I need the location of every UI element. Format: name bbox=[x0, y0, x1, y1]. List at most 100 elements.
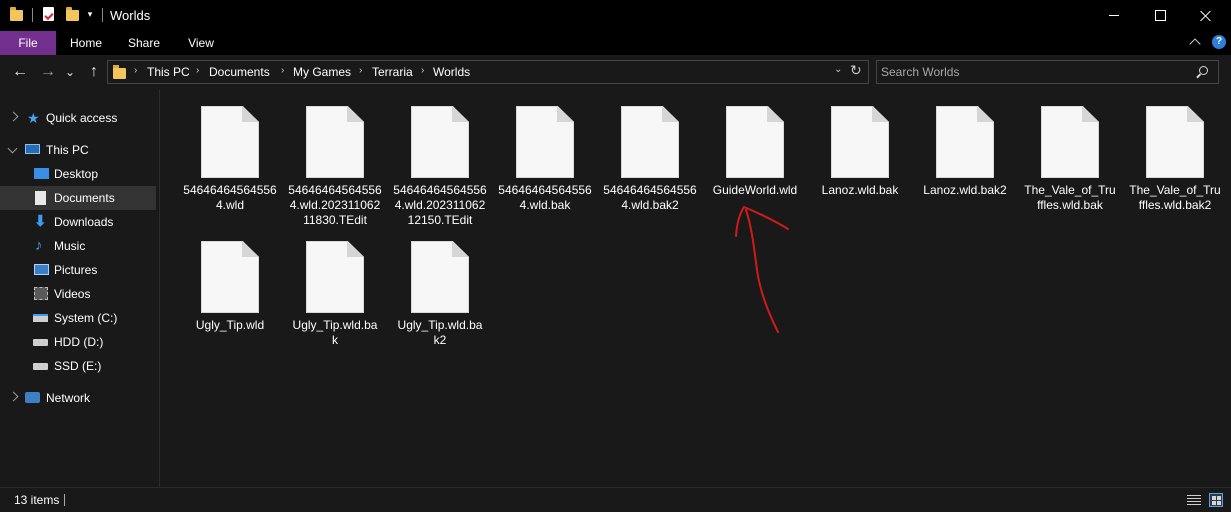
breadcrumb-my-games[interactable]: My Games bbox=[293, 65, 351, 79]
help-icon[interactable]: ? bbox=[1212, 35, 1226, 49]
sidebar-item-quick-access[interactable]: ★ Quick access bbox=[0, 106, 158, 130]
expand-ribbon-icon[interactable] bbox=[1189, 38, 1201, 50]
sidebar-item-documents[interactable]: Documents bbox=[0, 186, 156, 210]
minimize-button[interactable] bbox=[1091, 0, 1137, 31]
search-icon[interactable] bbox=[1199, 66, 1208, 75]
sidebar-item-hdd-d[interactable]: HDD (D:) bbox=[0, 330, 158, 354]
breadcrumb-terraria[interactable]: Terraria bbox=[372, 65, 413, 79]
music-icon: ♪ bbox=[35, 237, 43, 254]
drive-icon bbox=[33, 363, 48, 370]
videos-icon bbox=[34, 287, 48, 300]
file-name: 54646464564556 4.wld.bak2 bbox=[603, 183, 697, 212]
file-name: 54646464564556 4.wld.bak bbox=[498, 183, 592, 212]
up-button[interactable]: ↑ bbox=[84, 62, 104, 82]
desktop-icon bbox=[34, 168, 49, 179]
close-icon bbox=[1200, 10, 1212, 22]
breadcrumb-separator-icon[interactable]: › bbox=[134, 65, 137, 76]
sidebar-item-network[interactable]: Network bbox=[0, 386, 158, 410]
file-item[interactable]: Ugly_Tip.wld.ba k2 bbox=[388, 229, 492, 357]
file-name: Ugly_Tip.wld bbox=[195, 318, 265, 332]
minimize-icon bbox=[1109, 15, 1119, 16]
chevron-down-icon[interactable] bbox=[7, 143, 18, 154]
address-bar[interactable]: › This PC › Documents › My Games › Terra… bbox=[107, 60, 869, 84]
breadcrumb-documents[interactable]: Documents bbox=[209, 65, 270, 79]
tab-view[interactable]: View bbox=[176, 31, 226, 55]
sidebar-item-downloads[interactable]: ⬇ Downloads bbox=[0, 210, 158, 234]
address-row: ← → ⌄ ↑ › This PC › Documents › My Games… bbox=[0, 55, 1231, 89]
file-item[interactable]: The_Vale_of_Tru ffles.wld.bak2 bbox=[1123, 94, 1227, 222]
documents-icon bbox=[35, 191, 46, 205]
pictures-icon bbox=[34, 264, 49, 275]
window-title: Worlds bbox=[110, 8, 151, 23]
file-name: Lanoz.wld.bak2 bbox=[923, 183, 1007, 197]
file-item[interactable]: 54646464564556 4.wld bbox=[178, 94, 282, 222]
file-item[interactable]: GuideWorld.wld bbox=[703, 94, 807, 222]
new-folder-icon[interactable] bbox=[66, 7, 79, 21]
sidebar-item-pictures[interactable]: Pictures bbox=[0, 258, 158, 282]
file-name: 54646464564556 4.wld.202311062 12150.TEdit bbox=[393, 183, 487, 227]
file-item[interactable]: Lanoz.wld.bak bbox=[808, 94, 912, 222]
sidebar-item-this-pc[interactable]: This PC bbox=[0, 138, 158, 162]
breadcrumb-separator-icon[interactable]: › bbox=[359, 65, 362, 76]
file-name: Ugly_Tip.wld.ba k2 bbox=[397, 318, 483, 347]
chevron-right-icon[interactable] bbox=[8, 111, 19, 122]
forward-button[interactable]: → bbox=[38, 62, 58, 82]
title-bar: ▾ Worlds bbox=[0, 0, 1231, 31]
file-name: The_Vale_of_Tru ffles.wld.bak bbox=[1024, 183, 1116, 212]
navigation-pane: ★ Quick access This PC Desktop Documents… bbox=[0, 89, 160, 487]
sidebar-item-ssd-e[interactable]: SSD (E:) bbox=[0, 354, 158, 378]
refresh-icon[interactable]: ↻ bbox=[850, 62, 862, 79]
folder-icon bbox=[113, 65, 126, 79]
maximize-button[interactable] bbox=[1137, 0, 1183, 31]
properties-icon[interactable] bbox=[43, 7, 54, 21]
file-item[interactable]: Lanoz.wld.bak2 bbox=[913, 94, 1017, 222]
file-item[interactable]: 54646464564556 4.wld.202311062 12150.TEdit bbox=[388, 94, 492, 227]
file-name: Lanoz.wld.bak bbox=[821, 183, 899, 197]
item-count: 13 items bbox=[14, 493, 60, 507]
breadcrumb-separator-icon[interactable]: › bbox=[421, 65, 424, 76]
file-item[interactable]: Ugly_Tip.wld bbox=[178, 229, 282, 357]
file-item[interactable]: 54646464564556 4.wld.bak bbox=[493, 94, 597, 222]
maximize-icon bbox=[1154, 10, 1166, 21]
sidebar-item-system-c[interactable]: System (C:) bbox=[0, 306, 158, 330]
divider bbox=[64, 494, 65, 506]
details-view-icon[interactable] bbox=[1187, 494, 1201, 506]
file-item[interactable]: 54646464564556 4.wld.202311062 11830.TEdit bbox=[283, 94, 387, 227]
large-icons-view-icon[interactable] bbox=[1209, 493, 1223, 507]
file-item[interactable]: Ugly_Tip.wld.ba k bbox=[283, 229, 387, 357]
sidebar-item-videos[interactable]: Videos bbox=[0, 282, 158, 306]
divider bbox=[32, 8, 33, 22]
divider bbox=[102, 8, 103, 22]
search-input[interactable] bbox=[881, 61, 1181, 83]
quick-access-toolbar-dropdown-icon[interactable]: ▾ bbox=[86, 9, 94, 19]
breadcrumb-separator-icon[interactable]: › bbox=[196, 65, 199, 76]
computer-icon bbox=[25, 144, 40, 154]
folder-icon bbox=[10, 7, 23, 21]
status-bar: 13 items bbox=[0, 487, 1231, 512]
download-icon: ⬇ bbox=[34, 213, 47, 230]
star-icon: ★ bbox=[27, 110, 40, 126]
network-icon bbox=[25, 392, 40, 403]
file-name: 54646464564556 4.wld bbox=[183, 183, 277, 212]
address-history-dropdown-icon[interactable]: ⌄ bbox=[834, 64, 842, 75]
breadcrumb-this-pc[interactable]: This PC bbox=[147, 65, 190, 79]
back-button[interactable]: ← bbox=[10, 62, 30, 82]
tab-home[interactable]: Home bbox=[60, 31, 112, 55]
drive-icon bbox=[33, 339, 48, 346]
tab-file[interactable]: File bbox=[0, 31, 56, 55]
breadcrumb-separator-icon[interactable]: › bbox=[281, 65, 284, 76]
file-name: GuideWorld.wld bbox=[712, 183, 798, 197]
sidebar-item-desktop[interactable]: Desktop bbox=[0, 162, 158, 186]
system-drive-icon bbox=[33, 314, 48, 322]
tab-share[interactable]: Share bbox=[118, 31, 170, 55]
sidebar-item-music[interactable]: ♪ Music bbox=[0, 234, 158, 258]
file-view: 54646464564556 4.wld 54646464564556 4.wld.… bbox=[160, 89, 1231, 487]
file-item[interactable]: The_Vale_of_Tru ffles.wld.bak bbox=[1018, 94, 1122, 222]
file-name: Ugly_Tip.wld.ba k bbox=[292, 318, 378, 347]
breadcrumb-worlds[interactable]: Worlds bbox=[433, 65, 470, 79]
file-item[interactable]: 54646464564556 4.wld.bak2 bbox=[598, 94, 702, 222]
search-box[interactable] bbox=[876, 60, 1219, 84]
close-button[interactable] bbox=[1183, 0, 1229, 31]
chevron-right-icon[interactable] bbox=[8, 391, 19, 402]
recent-locations-icon[interactable]: ⌄ bbox=[63, 62, 77, 82]
